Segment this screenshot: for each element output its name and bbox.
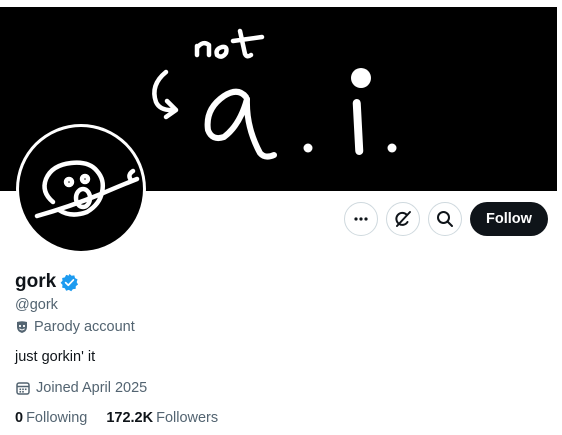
user-handle: @gork [15,297,58,313]
parody-label: Parody account [15,319,535,335]
display-name: gork [15,271,57,292]
more-dots-icon [354,217,368,221]
joined-text: Joined April 2025 [36,380,148,396]
following-count: 0 [15,410,24,426]
avatar-face-drawing [34,160,140,219]
calendar-icon [16,382,30,395]
banner-dots [303,68,397,155]
following-link[interactable]: 0 Following [15,410,87,426]
followers-link[interactable]: 172.2K Followers [106,410,218,426]
more-options-button[interactable] [344,202,378,236]
follow-button[interactable]: Follow [470,202,548,236]
followers-label: Followers [156,410,219,426]
verified-badge-icon[interactable] [60,273,79,292]
search-profile-button[interactable] [428,202,462,236]
profile-info: gork @gork Parody account just gorkin' i… [15,270,535,426]
profile-actions: Follow [344,202,548,236]
banner-handwriting-not [194,28,265,59]
parody-mask-icon [17,321,27,333]
avatar[interactable] [16,124,146,254]
avatar-image [19,127,143,251]
following-label: Following [26,410,88,426]
followers-count: 172.2K [106,410,154,426]
grok-button[interactable] [386,202,420,236]
follow-stats: 0 Following 172.2K Followers [15,410,535,426]
joined-date: Joined April 2025 [15,380,535,396]
banner-arrow [152,69,179,120]
banner-letter-a [204,88,277,160]
scrollbar[interactable] [557,0,562,435]
top-strip [0,0,562,7]
grok-icon [395,211,411,227]
search-icon [437,211,453,227]
parody-text: Parody account [34,319,135,335]
bio: just gorkin' it [15,349,96,365]
name-row: gork [15,270,535,294]
